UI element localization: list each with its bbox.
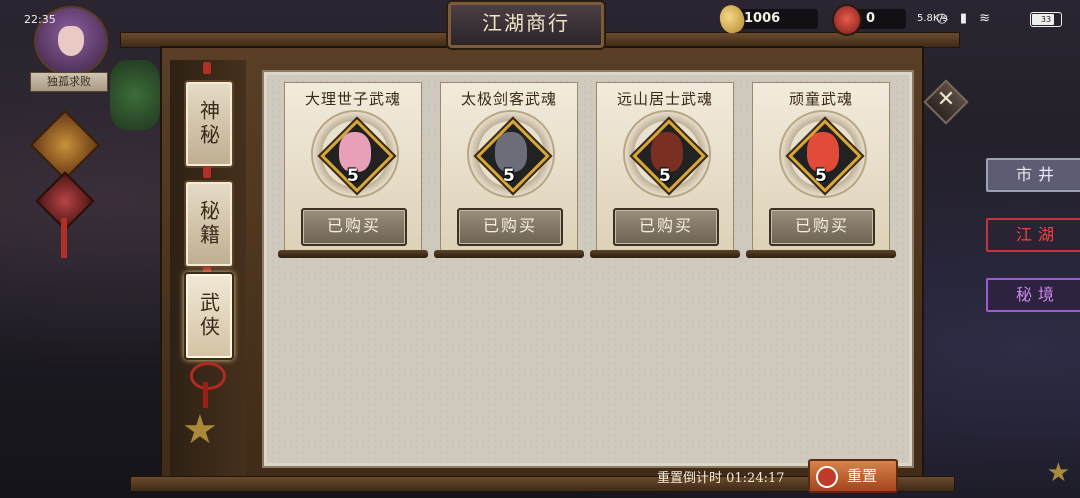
- item-medallion: 5: [623, 110, 711, 198]
- tab-mystery[interactable]: 神秘: [184, 80, 234, 168]
- item-card[interactable]: 顽童武魂 5 已购买: [746, 82, 896, 258]
- item-level: 5: [503, 166, 515, 186]
- side-tab-secret-realm[interactable]: 秘境: [986, 278, 1080, 312]
- reset-label: 重置: [846, 467, 877, 485]
- item-level: 5: [347, 166, 359, 186]
- star-icon: ★: [182, 407, 218, 453]
- scroll-rod: [434, 250, 584, 258]
- scroll-rod: [746, 250, 896, 258]
- item-name: 远山居士武魂: [616, 90, 713, 108]
- tab-knot: [203, 166, 211, 178]
- scroll-rod: [278, 250, 428, 258]
- item-level: 5: [815, 166, 827, 186]
- item-card[interactable]: 远山居士武魂 5 已购买: [590, 82, 740, 258]
- item-medallion: 5: [311, 110, 399, 198]
- status-icons: ◷ ▮ ≋: [936, 11, 994, 26]
- status-bar: 22:35 5.8K/s ◷ ▮ ≋ 33: [0, 0, 1080, 42]
- knot-tail: [203, 382, 208, 408]
- scroll-rod: [590, 250, 740, 258]
- item-name: 太极剑客武魂: [460, 90, 557, 108]
- tab-manuals[interactable]: 秘籍: [184, 180, 234, 268]
- side-decoration: [110, 60, 160, 130]
- item-card[interactable]: 太极剑客武魂 5 已购买: [434, 82, 584, 258]
- reset-countdown: 重置倒计时 01:24:17: [657, 471, 785, 486]
- star-icon: ★: [1046, 458, 1070, 488]
- item-medallion: 5: [467, 110, 555, 198]
- item-name: 顽童武魂: [788, 90, 853, 108]
- status-time: 22:35: [24, 13, 56, 26]
- player-title: 独孤求败: [30, 72, 108, 92]
- battery-icon: 33: [1030, 12, 1062, 27]
- tassel-decoration: [61, 218, 67, 258]
- item-medallion: 5: [779, 110, 867, 198]
- purchased-button[interactable]: 已购买: [613, 208, 719, 246]
- reset-button[interactable]: 重置: [808, 459, 898, 493]
- side-tab-jianghu[interactable]: 江湖: [986, 218, 1080, 252]
- item-card[interactable]: 大理世子武魂 5 已购买: [278, 82, 428, 258]
- item-level: 5: [659, 166, 671, 186]
- tab-wuxia[interactable]: 武侠: [184, 272, 234, 360]
- reset-icon: [816, 466, 838, 488]
- purchased-button[interactable]: 已购买: [301, 208, 407, 246]
- close-icon[interactable]: ✕: [932, 84, 960, 116]
- item-name: 大理世子武魂: [304, 90, 401, 108]
- purchased-button[interactable]: 已购买: [769, 208, 875, 246]
- knot-decoration: [190, 362, 226, 390]
- side-tab-market[interactable]: 市井: [986, 158, 1080, 192]
- purchased-button[interactable]: 已购买: [457, 208, 563, 246]
- tab-knot: [203, 62, 211, 74]
